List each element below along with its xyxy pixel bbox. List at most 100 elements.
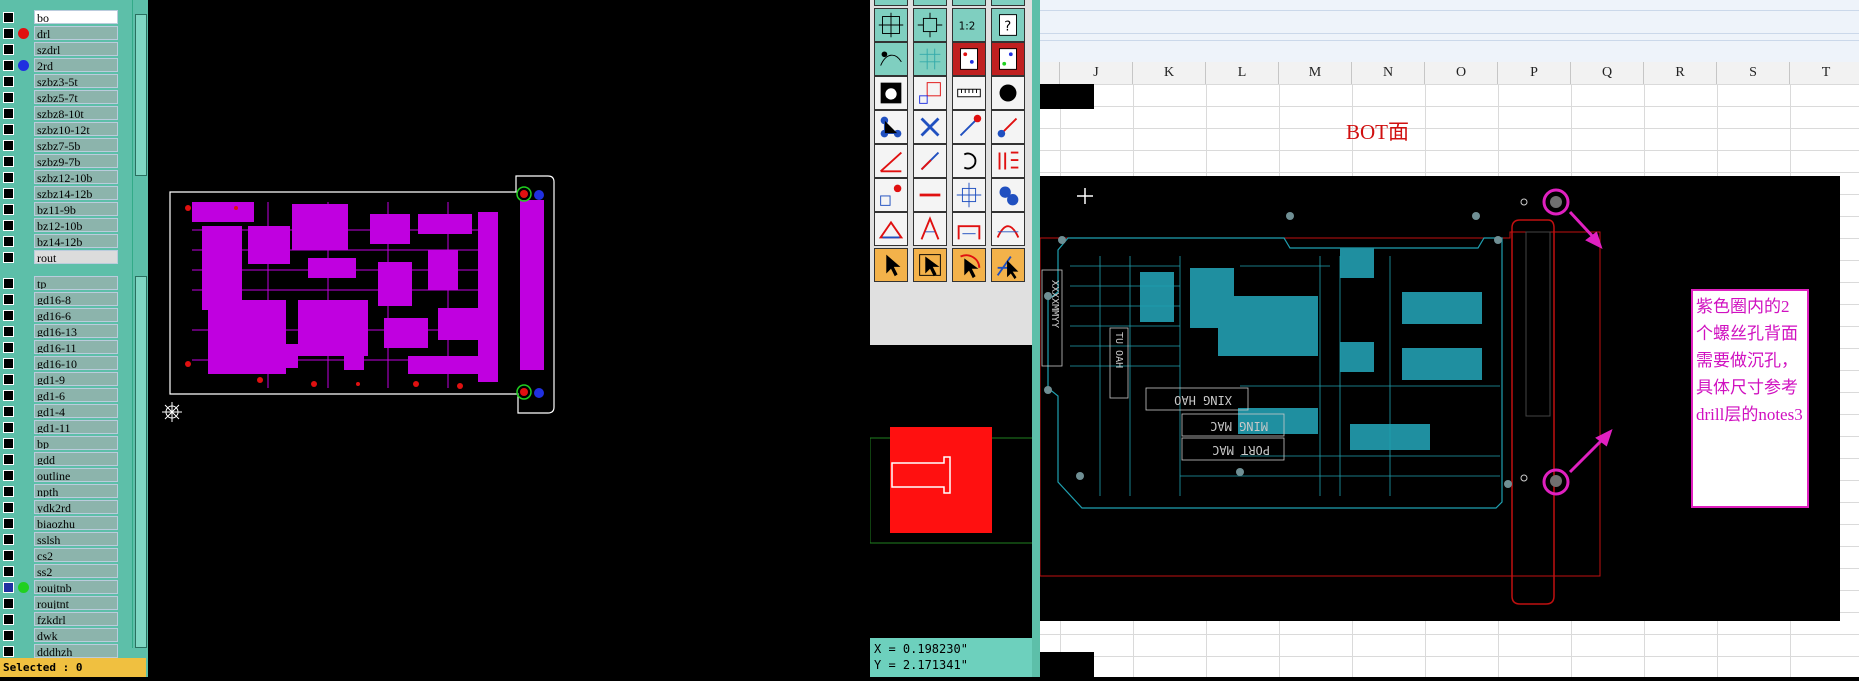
- bridge-tool[interactable]: [952, 212, 986, 246]
- layer-row-bo[interactable]: bo: [0, 10, 122, 25]
- toolbox-cutoff-tool[interactable]: [991, 0, 1025, 6]
- triangle-tool[interactable]: [874, 212, 908, 246]
- layer-name-label[interactable]: rout: [34, 250, 118, 264]
- layer-row-dddhzh[interactable]: dddhzh: [0, 644, 122, 659]
- layer-name-label[interactable]: bz11-9b: [34, 202, 118, 216]
- column-header-Q[interactable]: Q: [1571, 62, 1644, 84]
- diagonal-node-tool[interactable]: [991, 110, 1025, 144]
- arch-tool[interactable]: [991, 212, 1025, 246]
- layer-name-label[interactable]: drl: [34, 26, 118, 40]
- layer-name-label[interactable]: szbz12-10b: [34, 170, 118, 184]
- toolbox-cutoff-tool[interactable]: [913, 0, 947, 6]
- layer-row-szbz12-10b[interactable]: szbz12-10b: [0, 170, 122, 185]
- layer-row-szbz8-10t[interactable]: szbz8-10t: [0, 106, 122, 121]
- layer-checkbox[interactable]: [3, 236, 14, 247]
- layer-name-label[interactable]: roujtnb: [34, 580, 118, 594]
- layer-row-ss2[interactable]: ss2: [0, 564, 122, 579]
- zoom-ratio-tool[interactable]: 1:2: [952, 8, 986, 42]
- layer-row-bp[interactable]: bp: [0, 436, 122, 451]
- layer-name-label[interactable]: szbz10-12t: [34, 122, 118, 136]
- layer-row-szbz5-7t[interactable]: szbz5-7t: [0, 90, 122, 105]
- layer-checkbox[interactable]: [3, 28, 14, 39]
- layer-checkbox[interactable]: [3, 12, 14, 23]
- layer-row-gd16-11[interactable]: gd16-11: [0, 340, 122, 355]
- snapshot-tool[interactable]: [874, 76, 908, 110]
- layer-color-dot-icon[interactable]: [18, 582, 29, 593]
- layer-checkbox[interactable]: [3, 44, 14, 55]
- layer-checkbox[interactable]: [3, 422, 14, 433]
- layer-name-label[interactable]: gd16-10: [34, 356, 118, 370]
- layer-name-label[interactable]: gdd: [34, 452, 118, 466]
- layer-row-drl[interactable]: drl: [0, 26, 122, 41]
- layer-checkbox[interactable]: [3, 646, 14, 657]
- layer-checkbox[interactable]: [3, 358, 14, 369]
- layer-row-szbz10-12t[interactable]: szbz10-12t: [0, 122, 122, 137]
- column-header-T[interactable]: T: [1790, 62, 1859, 84]
- layer-checkbox[interactable]: [3, 92, 14, 103]
- snap-center-tool[interactable]: [952, 178, 986, 212]
- move-node-tool[interactable]: [874, 178, 908, 212]
- pointer-branch-tool[interactable]: [991, 248, 1025, 282]
- spreadsheet[interactable]: JKLMNOPQRST BOT面 XING HAO MING MAC PORT …: [1040, 0, 1859, 677]
- layer-checkbox[interactable]: [3, 630, 14, 641]
- layer-row-gd1-11[interactable]: gd1-11: [0, 420, 122, 435]
- arrow-triangle-tool[interactable]: [913, 212, 947, 246]
- layer-checkbox[interactable]: [3, 124, 14, 135]
- layer-checkbox[interactable]: [3, 566, 14, 577]
- layer-name-label[interactable]: cs2: [34, 548, 118, 562]
- layer-row-sslsh[interactable]: sslsh: [0, 532, 122, 547]
- column-header-J[interactable]: J: [1060, 62, 1133, 84]
- layer-row-tp[interactable]: tp: [0, 276, 122, 291]
- layer-row-gd16-8[interactable]: gd16-8: [0, 292, 122, 307]
- column-header-K[interactable]: K: [1133, 62, 1206, 84]
- pointer-select-tool[interactable]: [913, 248, 947, 282]
- layer-row-gd1-9[interactable]: gd1-9: [0, 372, 122, 387]
- layer-row-szbz3-5t[interactable]: szbz3-5t: [0, 74, 122, 89]
- grid-tool[interactable]: [913, 42, 947, 76]
- layer-name-label[interactable]: szbz8-10t: [34, 106, 118, 120]
- layer-checkbox[interactable]: [3, 140, 14, 151]
- layer-row-npth[interactable]: npth: [0, 484, 122, 499]
- scrollbar-thumb[interactable]: [135, 14, 147, 176]
- layer-checkbox[interactable]: [3, 550, 14, 561]
- layer-name-label[interactable]: outline: [34, 468, 118, 482]
- layer-checkbox[interactable]: [3, 310, 14, 321]
- layer-name-label[interactable]: gd1-9: [34, 372, 118, 386]
- layer-checkbox[interactable]: [3, 582, 14, 593]
- layer-checkbox[interactable]: [3, 60, 14, 71]
- layer-checkbox[interactable]: [3, 76, 14, 87]
- layer-checkbox[interactable]: [3, 188, 14, 199]
- layer-name-label[interactable]: bz12-10b: [34, 218, 118, 232]
- layer-name-label[interactable]: ss2: [34, 564, 118, 578]
- layer-name-label[interactable]: gd16-13: [34, 324, 118, 338]
- layer-name-label[interactable]: szbz5-7t: [34, 90, 118, 104]
- layer-row-gd16-10[interactable]: gd16-10: [0, 356, 122, 371]
- scrollbar-thumb-lower[interactable]: [135, 276, 147, 648]
- layer-checkbox[interactable]: [3, 374, 14, 385]
- line-node-tool[interactable]: [952, 110, 986, 144]
- column-header-R[interactable]: R: [1644, 62, 1717, 84]
- layer-checkbox[interactable]: [3, 470, 14, 481]
- connect-nodes-tool[interactable]: [874, 110, 908, 144]
- rotate-tool[interactable]: [952, 144, 986, 178]
- layer-row-2rd[interactable]: 2rd: [0, 58, 122, 73]
- layer-name-label[interactable]: szbz14-12b: [34, 186, 118, 200]
- layer-row-roujtnt[interactable]: roujtnt: [0, 596, 122, 611]
- layer-scrollbar[interactable]: [132, 0, 147, 648]
- pad-tool[interactable]: [991, 76, 1025, 110]
- layer-name-label[interactable]: dwk: [34, 628, 118, 642]
- select-box-tool[interactable]: [913, 76, 947, 110]
- horizontal-line-tool[interactable]: [913, 178, 947, 212]
- column-header-O[interactable]: O: [1425, 62, 1498, 84]
- layer-checkbox[interactable]: [3, 326, 14, 337]
- column-header-S[interactable]: S: [1717, 62, 1790, 84]
- layer-name-label[interactable]: gd16-8: [34, 292, 118, 306]
- mini-map[interactable]: [869, 345, 1032, 637]
- pointer-rotate-tool[interactable]: [952, 248, 986, 282]
- layer-name-label[interactable]: roujtnt: [34, 596, 118, 610]
- layer-checkbox[interactable]: [3, 614, 14, 625]
- layer-row-gdd[interactable]: gdd: [0, 452, 122, 467]
- layer-row-cs2[interactable]: cs2: [0, 548, 122, 563]
- layer-name-label[interactable]: szbz9-7b: [34, 154, 118, 168]
- column-header-partial[interactable]: [1040, 62, 1060, 84]
